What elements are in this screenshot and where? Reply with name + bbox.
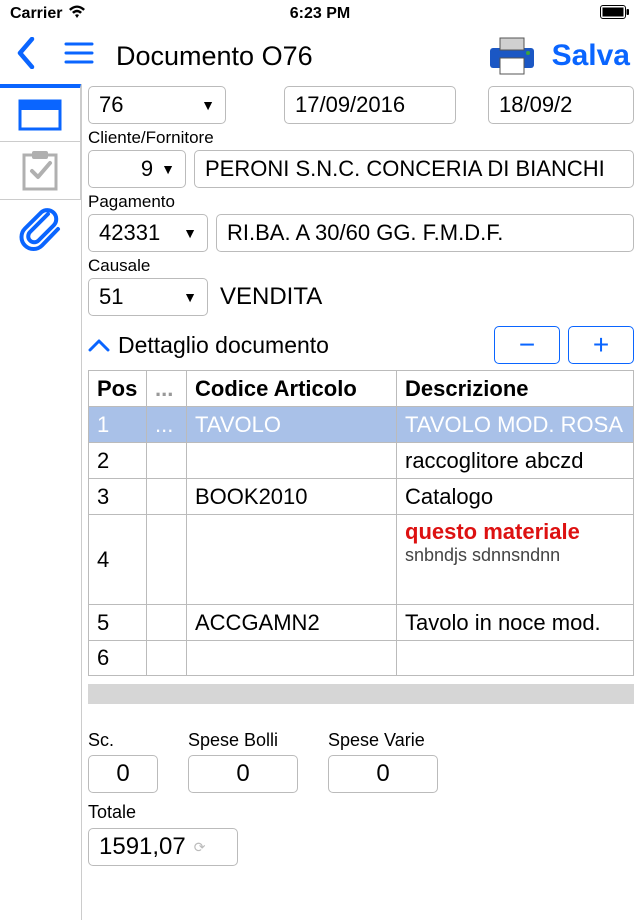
causale-text: VENDITA (216, 283, 322, 311)
col-pos: Pos (89, 371, 147, 407)
pagamento-id-select[interactable]: 42331 ▼ (88, 214, 208, 252)
table-row[interactable]: 2 raccoglitore abczd (89, 443, 634, 479)
carrier-label: Carrier (10, 5, 62, 23)
detail-title: Dettaglio documento (118, 332, 329, 359)
col-desc: Descrizione (397, 371, 634, 407)
spese-bolli-label: Spese Bolli (188, 730, 298, 751)
spese-varie-label: Spese Varie (328, 730, 438, 751)
table-row[interactable]: 6 (89, 641, 634, 676)
table-row[interactable]: 1 ... TAVOLO TAVOLO MOD. ROSA (89, 407, 634, 443)
caret-down-icon: ▼ (183, 289, 197, 305)
remove-row-button[interactable]: − (494, 326, 560, 364)
spese-bolli-input[interactable]: 0 (188, 755, 298, 793)
print-button[interactable] (486, 36, 538, 76)
footer-separator (88, 684, 634, 704)
cliente-id-value: 9 (141, 156, 153, 182)
sc-input[interactable]: 0 (88, 755, 158, 793)
pagamento-id-value: 42331 (99, 220, 160, 246)
totale-value: 1591,07 (99, 833, 186, 861)
table-row[interactable]: 5 ACCGAMN2 Tavolo in noce mod. (89, 605, 634, 641)
causale-id-select[interactable]: 51 ▼ (88, 278, 208, 316)
menu-icon[interactable] (56, 39, 102, 73)
save-button[interactable]: Salva (552, 39, 630, 73)
sc-label: Sc. (88, 730, 158, 751)
totale-label: Totale (88, 802, 136, 822)
refresh-icon[interactable]: ⟳ (194, 839, 206, 856)
battery-icon (600, 5, 630, 24)
pagamento-label: Pagamento (88, 192, 634, 212)
detail-header: Dettaglio documento − + (88, 326, 634, 364)
date1-field[interactable]: 17/09/2016 (284, 86, 456, 124)
statusbar: Carrier 6:23 PM (0, 0, 640, 28)
doc-number-value: 76 (99, 92, 123, 118)
items-table: Pos ... Codice Articolo Descrizione 1 ..… (88, 370, 634, 676)
caret-down-icon: ▼ (161, 161, 175, 177)
pagamento-text-field[interactable]: RI.BA. A 30/60 GG. F.M.D.F. (216, 214, 634, 252)
desc-sub: snbndjs sdnnsndnn (405, 545, 625, 566)
tab-attachments[interactable] (0, 200, 81, 258)
table-row[interactable]: 4 questo materiale snbndjs sdnnsndnn (89, 515, 634, 605)
back-button[interactable] (10, 34, 42, 79)
table-header-row: Pos ... Codice Articolo Descrizione (89, 371, 634, 407)
caret-down-icon: ▼ (183, 225, 197, 241)
content-area: 76 ▼ 17/09/2016 18/09/2 Cliente/Fornitor… (82, 84, 640, 920)
cliente-id-select[interactable]: 9 ▼ (88, 150, 186, 188)
causale-id-value: 51 (99, 284, 123, 310)
wifi-icon (68, 5, 86, 24)
desc-red: questo materiale (405, 519, 625, 545)
side-tabs (0, 84, 82, 920)
table-row[interactable]: 3 BOOK2010 Catalogo (89, 479, 634, 515)
causale-label: Causale (88, 256, 634, 276)
totale-field[interactable]: 1591,07 ⟳ (88, 828, 238, 866)
date2-field[interactable]: 18/09/2 (488, 86, 634, 124)
col-code: Codice Articolo (187, 371, 397, 407)
col-dots: ... (147, 371, 187, 407)
caret-down-icon: ▼ (201, 97, 215, 113)
cliente-text-field[interactable]: PERONI S.N.C. CONCERIA DI BIANCHI (194, 150, 634, 188)
navbar: Documento O76 Salva (0, 28, 640, 84)
doc-number-select[interactable]: 76 ▼ (88, 86, 226, 124)
cliente-label: Cliente/Fornitore (88, 128, 634, 148)
tab-checklist[interactable] (0, 142, 81, 200)
footer-amounts: Sc. 0 Spese Bolli 0 Spese Varie 0 (88, 730, 634, 793)
page-title: Documento O76 (116, 41, 472, 72)
spese-varie-input[interactable]: 0 (328, 755, 438, 793)
tab-document[interactable] (0, 84, 81, 142)
add-row-button[interactable]: + (568, 326, 634, 364)
clock: 6:23 PM (0, 5, 640, 23)
collapse-icon[interactable] (88, 332, 110, 358)
